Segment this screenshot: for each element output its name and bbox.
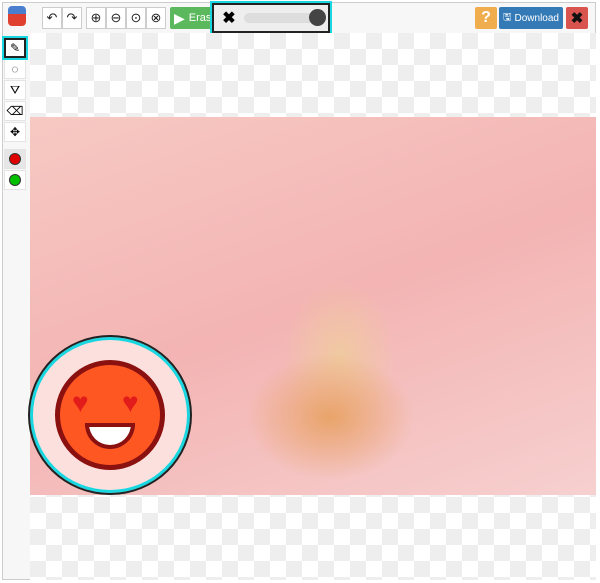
polygon-icon: ⛛ — [9, 82, 21, 97]
sticker-overlay: ♥ ♥ — [28, 335, 192, 495]
help-button[interactable]: ? — [475, 7, 497, 29]
close-icon: ✖ — [570, 10, 584, 27]
lasso-icon: ◌ — [11, 62, 19, 76]
heart-eyes-emoji-icon: ♥ ♥ — [55, 360, 165, 470]
move-icon: ✥ — [9, 125, 21, 139]
zoom-out-button[interactable]: ⊖ — [106, 7, 126, 29]
zoom-out-icon: ⊖ — [110, 10, 122, 25]
zoom-in-button[interactable]: ⊕ — [86, 7, 106, 29]
tool-sidebar: ✎ ◌ ⛛ ⌫ ✥ — [2, 36, 28, 191]
pencil-icon: ✎ — [9, 41, 21, 55]
zoom-fit-button[interactable]: ⊗ — [146, 7, 166, 29]
move-tool[interactable]: ✥ — [4, 122, 26, 142]
green-dot-icon — [9, 174, 21, 186]
zoom-1to1-icon: ⊙ — [130, 10, 142, 25]
eraser-tool[interactable]: ⌫ — [4, 101, 26, 121]
brush-size-slider[interactable] — [244, 9, 326, 26]
app-logo — [8, 6, 26, 26]
lasso-tool[interactable]: ◌ — [4, 59, 26, 79]
slider-handle[interactable] — [309, 9, 326, 26]
green-color-button[interactable] — [4, 170, 26, 190]
close-button[interactable]: ✖ — [566, 7, 588, 29]
play-icon: ▶ — [174, 9, 185, 26]
zoom-reset-button[interactable]: ⊙ — [126, 7, 146, 29]
brush-size-popup: ✖ — [210, 1, 332, 35]
polygon-tool[interactable]: ⛛ — [4, 80, 26, 100]
save-icon: 🖫 — [502, 11, 512, 23]
red-color-button[interactable] — [4, 149, 26, 169]
red-dot-icon — [9, 153, 21, 165]
download-button[interactable]: 🖫 Download — [499, 7, 563, 29]
redo-button[interactable]: ↷ — [62, 7, 82, 29]
redo-icon: ↷ — [66, 10, 78, 25]
undo-button[interactable]: ↶ — [42, 7, 62, 29]
zoom-fit-icon: ⊗ — [150, 10, 162, 25]
eraser-icon: ⌫ — [6, 104, 24, 118]
zoom-in-icon: ⊕ — [90, 10, 102, 25]
undo-icon: ↶ — [46, 10, 58, 25]
brush-tool[interactable]: ✎ — [2, 36, 28, 60]
close-icon[interactable]: ✖ — [218, 8, 240, 28]
